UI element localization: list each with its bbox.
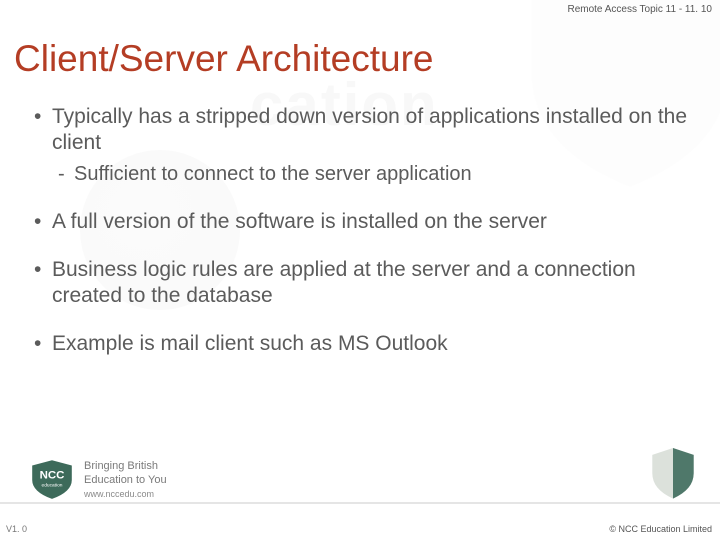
- logo-sub: education: [42, 483, 63, 489]
- bullet-item: Example is mail client such as MS Outloo…: [30, 331, 690, 357]
- bullet-text: Business logic rules are applied at the …: [52, 258, 636, 307]
- corner-shield-icon: [650, 448, 696, 498]
- logo-label: NCC: [40, 470, 65, 482]
- slide-content: Typically has a stripped down version of…: [30, 104, 690, 380]
- footer-tagline: Bringing British Education to You www.nc…: [84, 460, 167, 499]
- bullet-text: A full version of the software is instal…: [52, 210, 547, 233]
- copyright-label: © NCC Education Limited: [609, 524, 712, 534]
- header-topic: Remote Access Topic 11 - 11. 10: [567, 4, 712, 15]
- footer-url: www.nccedu.com: [84, 489, 167, 500]
- sub-bullet-text: Sufficient to connect to the server appl…: [74, 163, 472, 185]
- sub-bullet-item: Sufficient to connect to the server appl…: [52, 161, 690, 187]
- tagline-line-1: Bringing British: [84, 460, 167, 473]
- slide: cation Remote Access Topic 11 - 11. 10 C…: [0, 0, 720, 540]
- bullet-text: Typically has a stripped down version of…: [52, 105, 687, 154]
- footer-logo: NCC education Bringing British Education…: [30, 460, 167, 500]
- bullet-item: Typically has a stripped down version of…: [30, 104, 690, 187]
- tagline-line-2: Education to You: [84, 474, 167, 487]
- footer-divider: [0, 502, 720, 504]
- ncc-logo-icon: NCC education: [30, 460, 74, 500]
- version-label: V1. 0: [6, 524, 27, 534]
- slide-title: Client/Server Architecture: [14, 38, 434, 80]
- bullet-item: Business logic rules are applied at the …: [30, 257, 690, 310]
- bullet-text: Example is mail client such as MS Outloo…: [52, 332, 448, 355]
- bullet-item: A full version of the software is instal…: [30, 209, 690, 235]
